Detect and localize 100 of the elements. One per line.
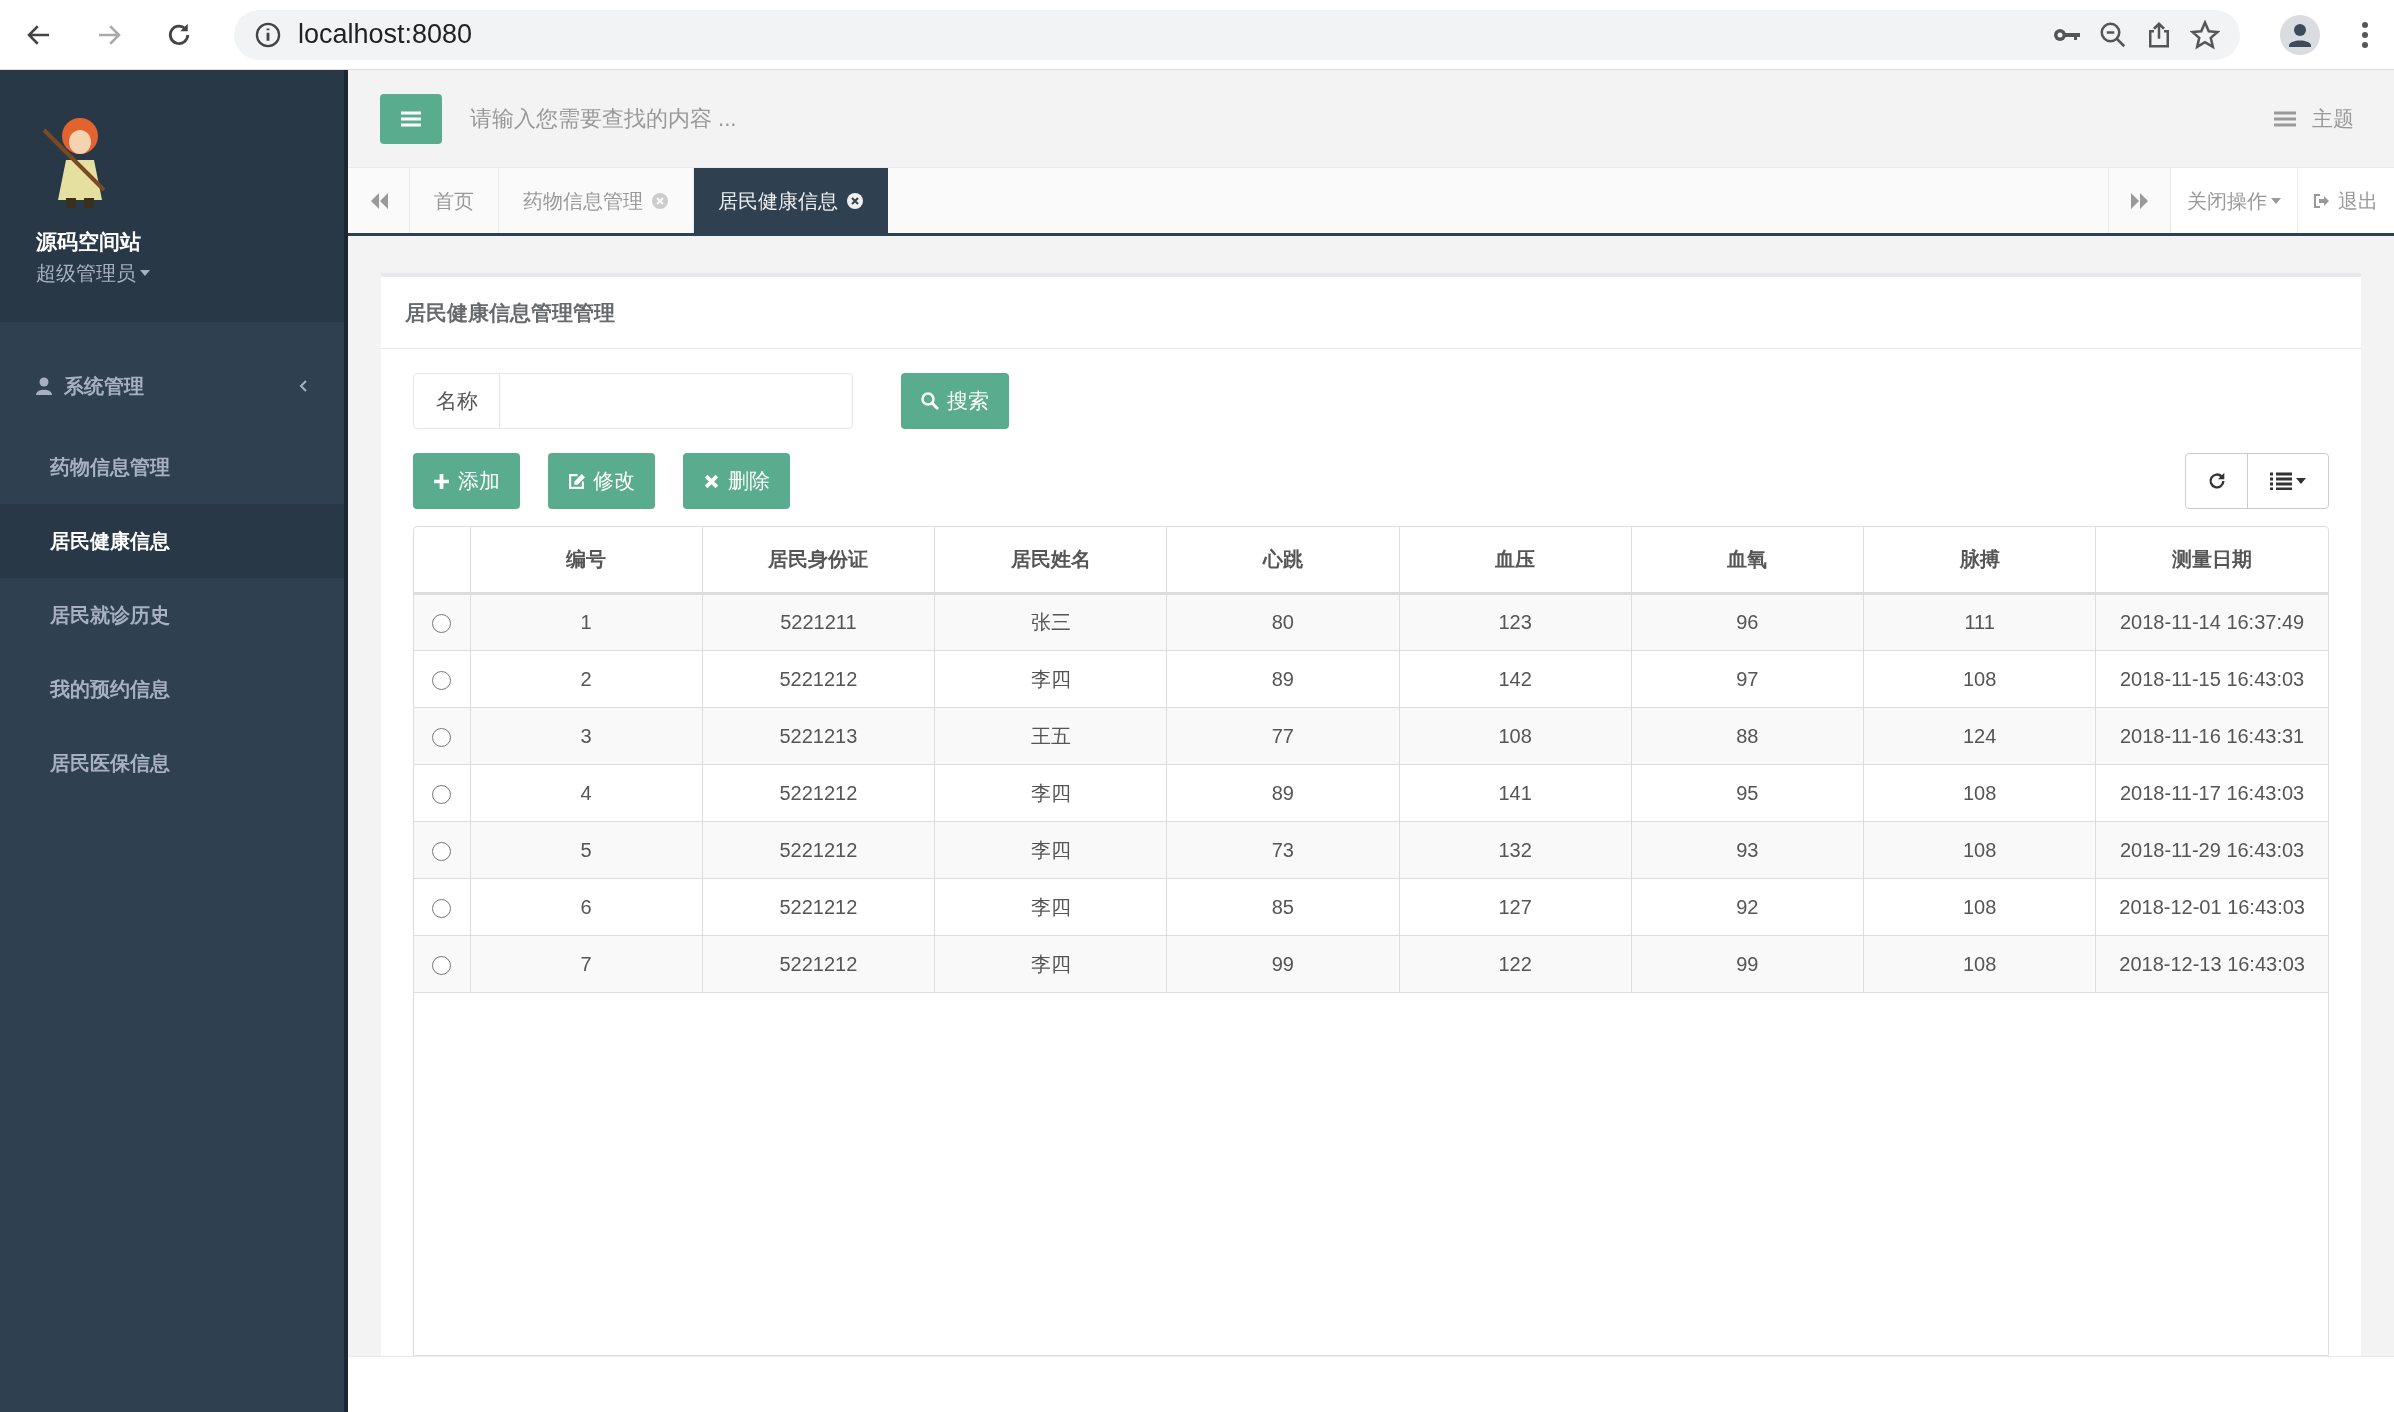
caret-icon <box>140 269 150 276</box>
table-cell: 108 <box>1863 821 2096 878</box>
table-cell: 5221213 <box>702 707 935 764</box>
table-cell: 127 <box>1399 878 1632 935</box>
double-right-icon <box>2129 192 2150 209</box>
address-bar[interactable]: localhost:8080 <box>234 9 2240 60</box>
url-text: localhost:8080 <box>298 18 473 52</box>
cross-icon <box>703 472 720 490</box>
table-cell: 2018-11-17 16:43:03 <box>2095 764 2328 821</box>
table-cell: 2018-12-01 16:43:03 <box>2095 878 2328 935</box>
list-icon <box>2270 472 2292 490</box>
row-radio[interactable] <box>432 898 452 918</box>
role-dropdown[interactable]: 超级管理员 <box>36 257 308 288</box>
tab[interactable]: 居民健康信息 <box>694 168 888 233</box>
table-cell: 李四 <box>934 878 1167 935</box>
profile-icon[interactable] <box>2280 14 2320 55</box>
table-row[interactable]: 2 5221212 李四 89 142 97 108 2018-11-15 16:43:03 <box>414 650 2328 707</box>
more-icon[interactable] <box>2360 19 2370 50</box>
column-header[interactable]: 脉搏 <box>1863 527 2096 593</box>
row-radio[interactable] <box>432 614 452 634</box>
table-row[interactable]: 4 5221212 李四 89 141 95 108 2018-11-17 16:43:03 <box>414 764 2328 821</box>
row-radio[interactable] <box>432 727 452 747</box>
edit-icon <box>568 472 585 490</box>
row-radio[interactable] <box>432 784 452 804</box>
row-radio[interactable] <box>432 955 452 975</box>
menu-toggle-button[interactable] <box>380 93 442 144</box>
table-cell: 2 <box>470 650 703 707</box>
table-cell: 99 <box>1631 935 1864 992</box>
column-header[interactable]: 血氧 <box>1631 527 1864 593</box>
table-row[interactable]: 5 5221212 李四 73 132 93 108 2018-11-29 16:43:03 <box>414 821 2328 878</box>
search-icon <box>921 392 939 410</box>
table-row[interactable]: 6 5221212 李四 85 127 92 108 2018-12-01 16:43:03 <box>414 878 2328 935</box>
table-row[interactable]: 1 5221211 张三 80 123 96 111 2018-11-14 16:37:49 <box>414 593 2328 650</box>
table-cell: 108 <box>1863 878 2096 935</box>
column-header[interactable]: 居民姓名 <box>934 527 1167 593</box>
sidebar-item[interactable]: 居民就诊历史 <box>0 578 344 652</box>
info-icon <box>254 20 282 49</box>
table-cell: 122 <box>1399 935 1632 992</box>
table-cell: 李四 <box>934 764 1167 821</box>
column-header[interactable]: 测量日期 <box>2095 527 2328 593</box>
sidebar-item[interactable]: 我的预约信息 <box>0 652 344 726</box>
table-cell: 97 <box>1631 650 1864 707</box>
close-icon[interactable] <box>846 191 864 210</box>
column-header[interactable]: 血压 <box>1399 527 1632 593</box>
table-cell: 92 <box>1631 878 1864 935</box>
table-cell: 77 <box>1166 707 1399 764</box>
row-radio[interactable] <box>432 841 452 861</box>
table-cell: 1 <box>470 593 703 650</box>
table-cell: 93 <box>1631 821 1864 878</box>
panel-icon <box>2274 110 2296 127</box>
name-filter-field[interactable]: 名称 <box>413 373 853 429</box>
table-cell: 141 <box>1399 764 1632 821</box>
column-header[interactable]: 编号 <box>470 527 703 593</box>
caret-icon <box>2296 478 2306 484</box>
sidebar-item[interactable]: 居民医保信息 <box>0 726 344 800</box>
table-cell: 142 <box>1399 650 1632 707</box>
table-cell: 124 <box>1863 707 2096 764</box>
plus-icon <box>433 472 450 490</box>
column-header[interactable]: 心跳 <box>1166 527 1399 593</box>
table-cell: 5221212 <box>702 764 935 821</box>
table-cell: 7 <box>470 935 703 992</box>
table-cell: 王五 <box>934 707 1167 764</box>
table-cell: 99 <box>1166 935 1399 992</box>
table-cell: 108 <box>1399 707 1632 764</box>
table-cell: 108 <box>1863 650 2096 707</box>
table-cell: 73 <box>1166 821 1399 878</box>
table-cell: 4 <box>470 764 703 821</box>
table-cell: 89 <box>1166 764 1399 821</box>
star-icon[interactable] <box>2190 19 2220 50</box>
table-row[interactable]: 7 5221212 李四 99 122 99 108 2018-12-13 16:43:03 <box>414 935 2328 992</box>
table-cell: 5221212 <box>702 821 935 878</box>
table-cell: 88 <box>1631 707 1864 764</box>
table-row[interactable]: 3 5221213 王五 77 108 88 124 2018-11-16 16:43:31 <box>414 707 2328 764</box>
table-cell: 李四 <box>934 935 1167 992</box>
panel-title: 居民健康信息管理管理 <box>405 299 615 326</box>
table-cell: 132 <box>1399 821 1632 878</box>
table-cell: 95 <box>1631 764 1864 821</box>
row-radio[interactable] <box>432 670 452 690</box>
table-cell: 5221211 <box>702 593 935 650</box>
menu-group[interactable]: 系统管理 <box>0 342 344 430</box>
table-cell: 张三 <box>934 593 1167 650</box>
sidebar-item[interactable]: 药物信息管理 <box>0 430 344 504</box>
table-cell: 5221212 <box>702 935 935 992</box>
table-cell: 3 <box>470 707 703 764</box>
table-cell: 2018-11-29 16:43:03 <box>2095 821 2328 878</box>
table-cell: 85 <box>1166 878 1399 935</box>
column-header[interactable]: 居民身份证 <box>702 527 935 593</box>
search-field[interactable]: 请输入您需要查找的内容 ... <box>470 102 2246 135</box>
site-name: 源码空间站 <box>36 229 142 255</box>
table-cell: 6 <box>470 878 703 935</box>
menu-icon <box>401 110 421 127</box>
table-cell: 108 <box>1863 764 2096 821</box>
table-cell: 123 <box>1399 593 1632 650</box>
table-cell: 2018-11-14 16:37:49 <box>2095 593 2328 650</box>
table-cell: 2018-12-13 16:43:03 <box>2095 935 2328 992</box>
table-cell: 96 <box>1631 593 1864 650</box>
caret-icon <box>2271 197 2281 204</box>
table-cell: 5221212 <box>702 650 935 707</box>
sidebar-item[interactable]: 居民健康信息 <box>0 504 344 578</box>
user-icon <box>36 377 52 395</box>
